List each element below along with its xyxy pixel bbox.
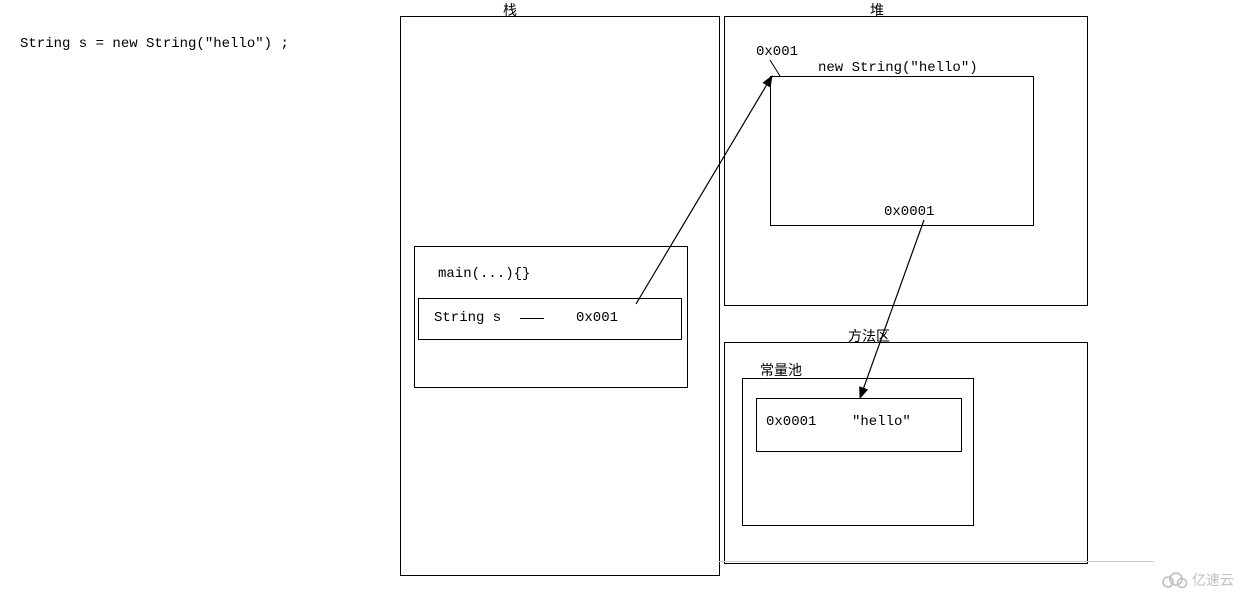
heap-object-addr: 0x001 [756, 44, 798, 60]
stack-var-value: 0x001 [576, 310, 618, 326]
watermark-text: 亿速云 [1192, 570, 1234, 590]
stack-var-name: String s [434, 310, 501, 326]
const-value: "hello" [852, 414, 911, 430]
stack-frame-label: main(...){} [438, 266, 530, 282]
code-line: String s = new String("hello") ; [20, 36, 289, 52]
const-addr: 0x0001 [766, 414, 816, 430]
cloud-icon [1160, 571, 1188, 589]
baseline [718, 561, 1154, 562]
watermark: 亿速云 [1160, 570, 1234, 590]
const-pool-title: 常量池 [760, 360, 802, 380]
stack-var-connector [520, 318, 544, 319]
heap-object-expr: new String("hello") [818, 60, 978, 76]
heap-field-addr: 0x0001 [884, 204, 934, 220]
